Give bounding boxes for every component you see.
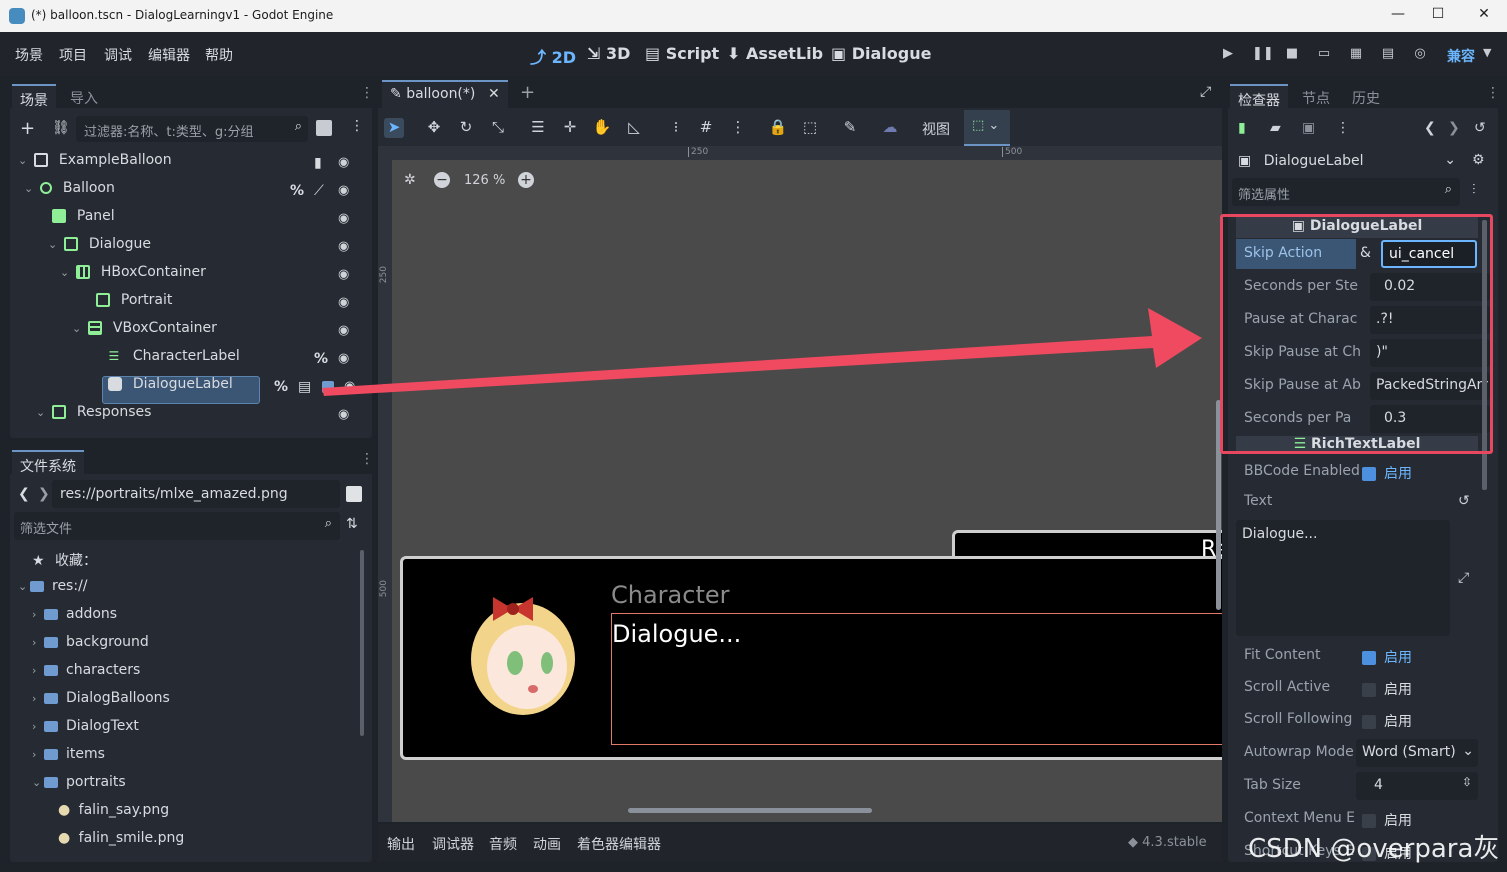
watermark: CSDN @overpara灰 [1248,834,1500,864]
annotation-arrow [322,308,1202,396]
